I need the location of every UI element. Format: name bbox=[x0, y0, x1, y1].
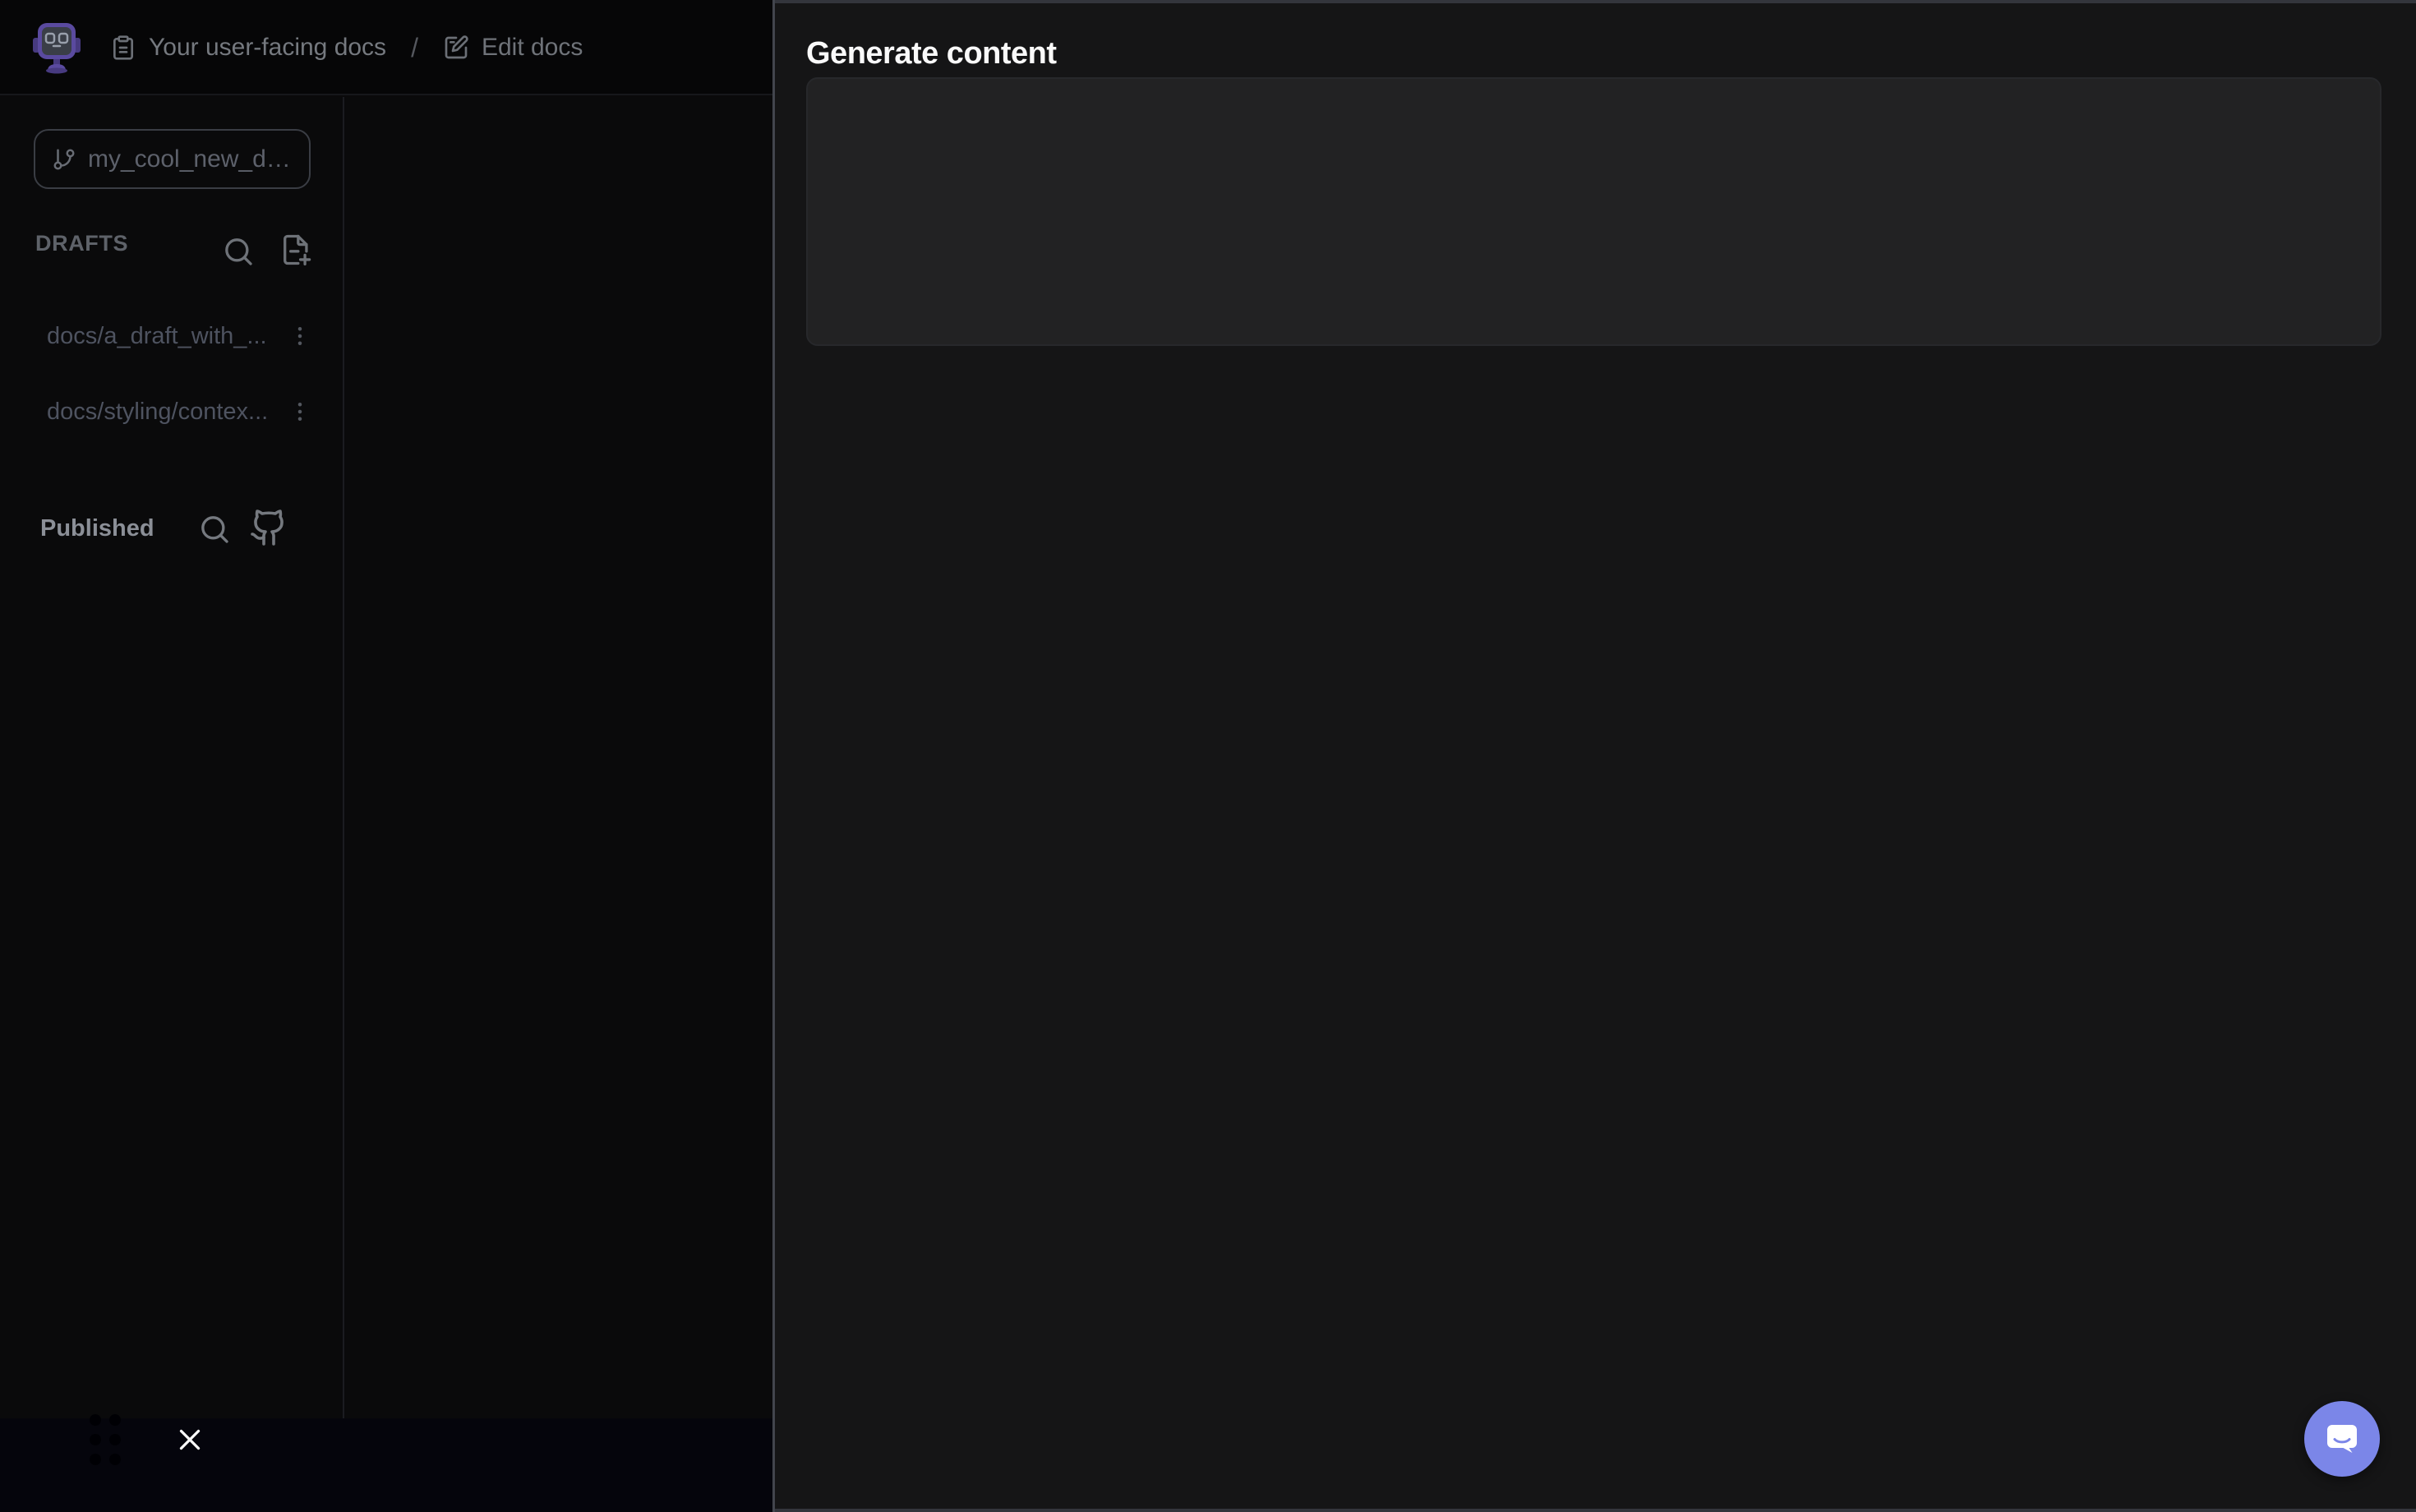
app-header: Your user-facing docs / Edit docs bbox=[0, 0, 773, 95]
left-region: Your user-facing docs / Edit docs bbox=[0, 0, 773, 1512]
git-branch-icon bbox=[52, 147, 76, 172]
close-icon[interactable] bbox=[175, 1425, 205, 1454]
kebab-menu-icon[interactable] bbox=[288, 324, 312, 348]
search-icon[interactable] bbox=[198, 513, 231, 546]
file-plus-icon[interactable] bbox=[279, 232, 315, 268]
search-icon[interactable] bbox=[222, 235, 255, 268]
breadcrumb-item-docs[interactable]: Your user-facing docs bbox=[110, 34, 386, 62]
breadcrumb-item-edit-docs[interactable]: Edit docs bbox=[443, 34, 583, 62]
clipboard-icon bbox=[110, 35, 136, 61]
kebab-menu-icon[interactable] bbox=[288, 399, 312, 424]
branch-name-label: my_cool_new_dra... bbox=[88, 145, 293, 173]
page-title: Generate content bbox=[806, 36, 1057, 71]
drag-dots-icon[interactable] bbox=[85, 1412, 125, 1468]
breadcrumb-label: Your user-facing docs bbox=[149, 34, 386, 62]
breadcrumb-label: Edit docs bbox=[482, 34, 583, 62]
sidebar: my_cool_new_dra... DRAFTS docs/a_draft_w… bbox=[0, 97, 344, 1418]
robot-logo bbox=[33, 20, 81, 74]
generate-content-panel: Generate content bbox=[775, 0, 2416, 1512]
breadcrumb-separator: / bbox=[411, 33, 418, 63]
chat-launcher-button[interactable] bbox=[2304, 1401, 2380, 1477]
github-icon[interactable] bbox=[249, 508, 288, 547]
generate-content-input[interactable] bbox=[806, 77, 2381, 346]
breadcrumb: Your user-facing docs / Edit docs bbox=[110, 0, 583, 95]
file-edit-icon bbox=[443, 35, 469, 61]
draft-list-item[interactable]: docs/styling/contex... bbox=[47, 396, 277, 427]
chat-bubble-icon bbox=[2322, 1419, 2362, 1459]
drafts-section-title: DRAFTS bbox=[35, 227, 128, 260]
draft-list-item[interactable]: docs/a_draft_with_... bbox=[47, 320, 277, 352]
branch-selector-button[interactable]: my_cool_new_dra... bbox=[34, 129, 311, 189]
published-section-title: Published bbox=[40, 513, 154, 544]
